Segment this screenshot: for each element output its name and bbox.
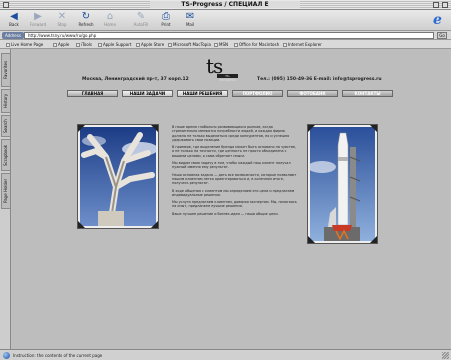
nav-contacts[interactable]: КОНТАКТЫ bbox=[342, 90, 393, 97]
back-arrow-icon: ◀ bbox=[10, 11, 18, 22]
favorite-link[interactable]: Internet Explorer bbox=[283, 41, 322, 48]
refresh-icon: ↻ bbox=[81, 11, 91, 22]
home-button[interactable]: ⌂ Home bbox=[99, 11, 121, 30]
stop-button[interactable]: ✕ Stop bbox=[51, 11, 73, 30]
paragraph: В наше время глобально развивающихся рын… bbox=[172, 125, 290, 142]
nav-portfolio[interactable]: ПОРТФОЛИО bbox=[232, 90, 283, 97]
status-text: Instruction: the contents of the current… bbox=[13, 353, 103, 358]
status-bar: Instruction: the contents of the current… bbox=[0, 349, 451, 360]
favorites-bar: Live Home Page Apple iTools Apple Suppor… bbox=[0, 40, 451, 49]
tab-history[interactable]: History bbox=[1, 89, 10, 113]
tab-scrapbook[interactable]: Scrapbook bbox=[1, 139, 10, 171]
photo-corner bbox=[370, 125, 377, 132]
go-button[interactable]: Go bbox=[437, 32, 447, 39]
company-address: Москва, Ленинградский пр-т, 37 корп.12 bbox=[82, 77, 189, 82]
address-input[interactable]: http://www.tsny.ru/www/ru/go.php bbox=[24, 32, 434, 39]
zoom-box[interactable] bbox=[433, 2, 439, 8]
paragraph: Ваше лучшее решение и бизнес-идеи — наши… bbox=[172, 211, 279, 216]
autofill-icon: ✎ bbox=[136, 11, 146, 22]
photo-corner bbox=[370, 236, 377, 243]
window-titlebar[interactable]: TS-Progress / СПЕЦИАЛ Е bbox=[0, 0, 451, 10]
favorite-link[interactable]: Live Home Page bbox=[6, 41, 43, 48]
nav-solutions[interactable]: НАШИ РЕШЕНИЯ bbox=[177, 90, 228, 97]
nav-tasks[interactable]: НАШИ ЗАДАЧИ bbox=[122, 90, 173, 97]
paragraph: В ходе общения с клиентом мы определяем … bbox=[172, 188, 295, 197]
paragraph: Наша основная задача — дать все возможно… bbox=[172, 172, 297, 186]
close-box[interactable] bbox=[3, 2, 9, 8]
page-body-text: В наше время глобально развивающихся рын… bbox=[172, 125, 299, 219]
favorite-link[interactable]: Apple bbox=[53, 41, 69, 48]
tab-page-holder[interactable]: Page Holder bbox=[1, 173, 10, 209]
paragraph: Мы услуги предлагаем клиентам, доверяя э… bbox=[172, 200, 297, 209]
favorite-icon bbox=[214, 43, 218, 47]
web-page: ts TS-PROGRESS Москва, Ленинградский пр-… bbox=[12, 49, 449, 349]
globe-icon bbox=[3, 352, 10, 359]
mail-icon: ✉ bbox=[185, 11, 195, 22]
back-button[interactable]: ◀ Back bbox=[3, 11, 25, 30]
company-contacts: Тел.: (095) 150-49-36 E-mail: info@tspro… bbox=[257, 77, 382, 82]
favorite-link[interactable]: Microsoft MacTopia bbox=[168, 41, 211, 48]
explorer-sidebar: Favorites History Search Scrapbook Page … bbox=[0, 49, 11, 349]
photo-corner bbox=[78, 125, 85, 132]
address-bar: Address http://www.tsny.ru/www/ru/go.php… bbox=[0, 31, 451, 40]
home-icon: ⌂ bbox=[106, 11, 114, 22]
paragraph: В примере, где выделение бренда может бы… bbox=[172, 145, 296, 158]
mail-button[interactable]: ✉ Mail bbox=[179, 11, 201, 30]
internet-explorer-logo-icon: e bbox=[433, 12, 442, 28]
favorite-link[interactable]: MSN bbox=[214, 41, 228, 48]
photo-corner bbox=[78, 221, 85, 228]
collapse-box[interactable] bbox=[442, 2, 448, 8]
stop-icon: ✕ bbox=[57, 11, 67, 22]
window-title: TS-Progress / СПЕЦИАЛ Е bbox=[150, 1, 300, 8]
photo-corner bbox=[151, 221, 158, 228]
favorite-icon bbox=[136, 43, 140, 47]
rocket-launch-photo bbox=[308, 125, 377, 243]
photo-corner bbox=[308, 236, 315, 243]
favorite-icon bbox=[234, 43, 238, 47]
resize-grip-icon[interactable] bbox=[442, 352, 449, 359]
address-label: Address bbox=[2, 32, 24, 39]
refresh-button[interactable]: ↻ Refresh bbox=[75, 11, 97, 30]
favorite-icon bbox=[98, 43, 102, 47]
print-button[interactable]: ⎙ Print bbox=[155, 11, 177, 30]
favorite-icon bbox=[283, 43, 287, 47]
tab-favorites[interactable]: Favorites bbox=[1, 53, 10, 87]
favorite-icon bbox=[168, 43, 172, 47]
favorite-link[interactable]: Office for Macintosh bbox=[234, 41, 279, 48]
favorite-icon bbox=[6, 43, 10, 47]
browser-toolbar: ◀ Back ▶ Forward ✕ Stop ↻ Refresh ⌂ Home… bbox=[0, 10, 451, 31]
favorite-icon bbox=[76, 43, 80, 47]
favorite-link[interactable]: Apple Store bbox=[136, 41, 164, 48]
favorite-icon bbox=[53, 43, 57, 47]
photo-corner bbox=[151, 125, 158, 132]
forward-button[interactable]: ▶ Forward bbox=[27, 11, 49, 30]
ts-progress-logo[interactable]: ts TS-PROGRESS bbox=[206, 56, 242, 82]
paragraph: Мы видим свою задачу в том, чтобы каждый… bbox=[172, 161, 291, 170]
forward-arrow-icon: ▶ bbox=[34, 11, 42, 22]
tab-search[interactable]: Search bbox=[1, 115, 10, 137]
print-icon: ⎙ bbox=[162, 11, 170, 22]
nav-main[interactable]: ГЛАВНАЯ bbox=[67, 90, 118, 97]
favorite-link[interactable]: iTools bbox=[76, 41, 92, 48]
nav-photobank[interactable]: ФОТОБАНК bbox=[287, 90, 338, 97]
favorite-link[interactable]: Apple Support bbox=[98, 41, 131, 48]
site-navigation: ГЛАВНАЯ НАШИ ЗАДАЧИ НАШИ РЕШЕНИЯ ПОРТФОЛ… bbox=[67, 90, 393, 97]
photo-corner bbox=[308, 125, 315, 132]
autofill-button[interactable]: ✎ AutoFill bbox=[130, 11, 152, 30]
dead-tree-photo bbox=[78, 125, 158, 228]
